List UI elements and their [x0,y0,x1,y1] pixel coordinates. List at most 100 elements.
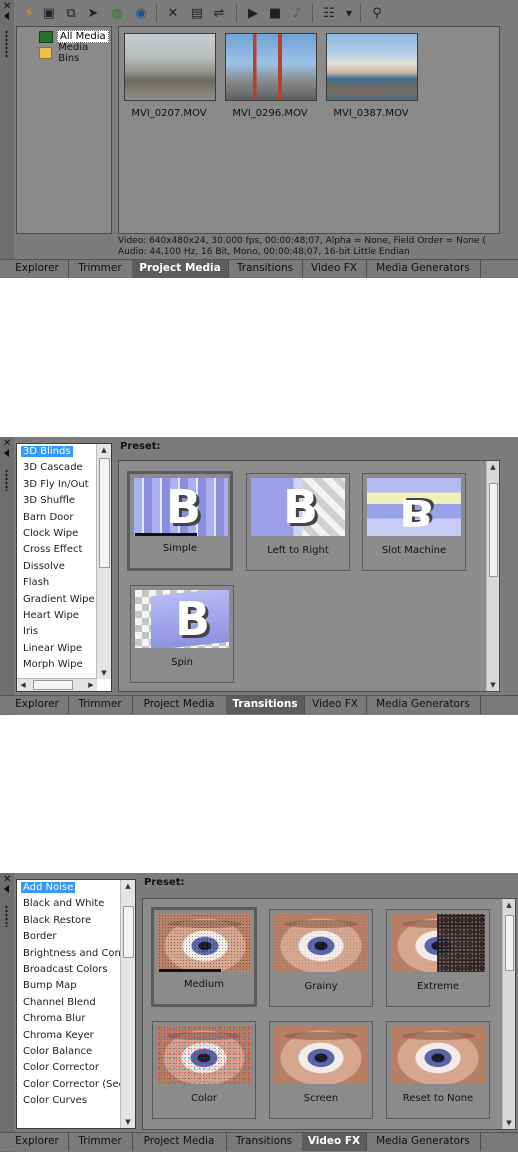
list-item[interactable]: Broadcast Colors [17,962,135,978]
close-icon[interactable]: ✕ [3,1,11,12]
close-icon[interactable]: ✕ [3,438,11,449]
preset-name: Extreme [416,981,460,992]
tab-video-fx[interactable]: Video FX [302,1133,367,1151]
list-item[interactable]: Color Balance [17,1044,135,1060]
tab-explorer[interactable]: Explorer [6,260,69,278]
preset-card[interactable]: Grainy [269,909,373,1007]
drag-grip[interactable] [5,905,8,927]
get-photo-icon[interactable]: ⧉ [62,5,80,21]
list-item[interactable]: Brightness and Cont [17,946,135,962]
tab-trimmer[interactable]: Trimmer [68,260,133,278]
tab-explorer[interactable]: Explorer [6,1133,69,1151]
preset-card[interactable]: Color [152,1021,256,1119]
tab-video-fx[interactable]: Video FX [302,260,367,278]
play-icon[interactable]: ▶ [244,5,262,21]
dock-handle[interactable]: ✕ [0,437,14,715]
preset-preview: B [134,478,228,536]
drag-grip[interactable] [5,469,8,491]
scroll-down-arrow-icon[interactable]: ▼ [97,667,111,679]
list-item[interactable]: Bump Map [17,978,135,994]
list-item[interactable]: Add Noise [17,880,135,896]
tab-video-fx[interactable]: Video FX [304,696,367,714]
close-icon[interactable]: ✕ [3,874,11,885]
preset-vertical-scrollbar[interactable]: ▲ ▼ [502,899,515,1129]
preset-card[interactable]: B Simple [127,471,233,571]
tab-transitions[interactable]: Transitions [226,1133,303,1151]
preset-preview [391,914,485,972]
tagging-icon[interactable]: ⇌ [210,5,228,21]
tab-transitions[interactable]: Transitions [226,696,305,714]
tab-project-media[interactable]: Project Media [132,696,227,714]
dropdown-icon[interactable]: ▼ [340,5,358,21]
scroll-up-arrow-icon[interactable]: ▲ [97,444,111,456]
scroll-up-arrow-icon[interactable]: ▲ [487,461,499,473]
capture-video-icon[interactable]: ▣ [40,5,58,21]
scroll-up-arrow-icon[interactable]: ▲ [503,899,515,911]
tab-transitions[interactable]: Transitions [228,260,303,278]
list-item[interactable]: Black and White [17,896,135,912]
preset-card[interactable]: Extreme [386,909,490,1007]
scroll-thumb[interactable] [99,458,110,568]
list-vertical-scrollbar[interactable]: ▲ ▼ [120,880,135,1128]
dock-handle[interactable]: ✕ [0,873,14,1152]
tree-item-media-bins[interactable]: Media Bins [39,42,111,64]
scroll-up-arrow-icon[interactable]: ▲ [121,880,135,892]
tab-project-media[interactable]: Project Media [132,260,229,278]
preset-card[interactable]: Reset to None [386,1021,490,1119]
drag-grip[interactable] [5,30,8,58]
list-horizontal-scrollbar[interactable]: ◀ ▶ [17,678,97,691]
toolbar-separator [236,4,237,22]
media-fx-icon[interactable]: ◍ [108,5,126,21]
preset-preview: B [367,478,461,536]
scroll-right-arrow-icon[interactable]: ▶ [85,679,97,691]
scroll-thumb[interactable] [123,906,134,958]
collapse-arrow-icon[interactable] [4,449,9,457]
scroll-down-arrow-icon[interactable]: ▼ [487,679,499,691]
preset-card[interactable]: Medium [151,907,257,1007]
scroll-left-arrow-icon[interactable]: ◀ [17,679,29,691]
tab-media-generators[interactable]: Media Generators [366,260,481,278]
scroll-thumb[interactable] [505,915,514,971]
project-media-window: ✕ ⚡ ▣ ⧉ ➤ ◍ ◉ ✕ ▤ ⇌ ▶ ■ ♪ ☷ ▼ ⚲ All Medi… [0,0,518,278]
web-icon[interactable]: ◉ [132,5,150,21]
extract-audio-icon[interactable]: ➤ [84,5,102,21]
tab-trimmer[interactable]: Trimmer [68,696,133,714]
list-item[interactable]: Chroma Blur [17,1011,135,1027]
list-item[interactable]: Color Curves [17,1093,135,1109]
preset-card[interactable]: B Spin [130,585,234,683]
dock-handle[interactable]: ✕ [0,0,14,278]
scroll-thumb[interactable] [33,680,73,690]
preset-card[interactable]: B Left to Right [246,473,350,571]
list-item[interactable]: Border [17,929,135,945]
scroll-down-arrow-icon[interactable]: ▼ [503,1117,515,1129]
tab-explorer[interactable]: Explorer [6,696,69,714]
auto-preview-icon[interactable]: ♪ [288,5,306,21]
media-thumbnail[interactable]: MVI_0296.MOV [225,33,317,119]
preset-vertical-scrollbar[interactable]: ▲ ▼ [486,461,499,691]
scroll-thumb[interactable] [489,483,498,577]
list-item[interactable]: Color Corrector (Sec [17,1077,135,1093]
list-vertical-scrollbar[interactable]: ▲ ▼ [96,444,111,679]
collapse-arrow-icon[interactable] [4,885,9,893]
media-thumbnail[interactable]: MVI_0387.MOV [326,33,418,119]
list-item[interactable]: Color Corrector [17,1060,135,1076]
list-item[interactable]: Chroma Keyer [17,1028,135,1044]
tab-project-media[interactable]: Project Media [132,1133,227,1151]
list-item[interactable]: Black Restore [17,913,135,929]
delete-icon[interactable]: ✕ [164,5,182,21]
tab-media-generators[interactable]: Media Generators [366,1133,481,1151]
scroll-down-arrow-icon[interactable]: ▼ [121,1116,135,1128]
media-thumbnail[interactable]: MVI_0207.MOV [124,33,216,119]
preset-card[interactable]: B Slot Machine [362,473,466,571]
stop-icon[interactable]: ■ [266,5,284,21]
preset-card[interactable]: Screen [269,1021,373,1119]
preset-name: Color [190,1093,218,1104]
import-media-icon[interactable]: ⚡ [20,5,38,21]
properties-icon[interactable]: ▤ [188,5,206,21]
views-icon[interactable]: ☷ [320,5,338,21]
collapse-arrow-icon[interactable] [4,12,9,20]
tab-trimmer[interactable]: Trimmer [68,1133,133,1151]
search-icon[interactable]: ⚲ [368,5,386,21]
list-item[interactable]: Channel Blend [17,995,135,1011]
tab-media-generators[interactable]: Media Generators [366,696,481,714]
